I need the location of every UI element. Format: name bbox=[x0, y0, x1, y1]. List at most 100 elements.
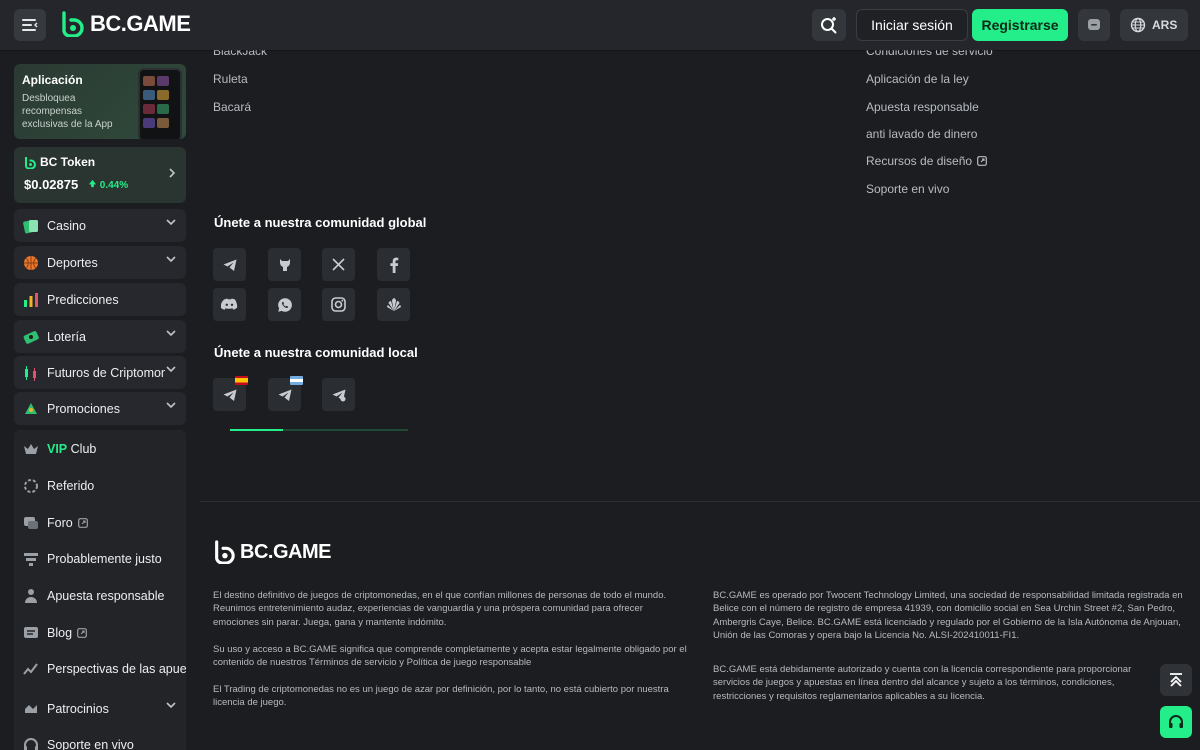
footer-brand-logo: BC.GAME bbox=[213, 540, 331, 564]
language-currency-button[interactable]: ARS bbox=[1120, 9, 1188, 41]
spain-flag-icon bbox=[235, 376, 248, 385]
headset-icon bbox=[22, 736, 40, 750]
brand-name: BC.GAME bbox=[90, 11, 191, 36]
referral-icon bbox=[22, 477, 40, 495]
chevron-down-icon bbox=[166, 256, 176, 263]
search-button[interactable] bbox=[812, 9, 846, 41]
telegram-argentina-icon bbox=[278, 389, 291, 401]
footer-link-ruleta[interactable]: Ruleta bbox=[213, 72, 248, 86]
currency-label: ARS bbox=[1152, 18, 1178, 32]
footer-link-law-enforcement[interactable]: Aplicación de la ley bbox=[866, 72, 969, 86]
sidebar-item-label: Futuros de Criptomonedas bbox=[47, 365, 165, 380]
menu-toggle-button[interactable] bbox=[14, 9, 46, 41]
chevron-down-icon bbox=[166, 702, 176, 709]
instagram-link[interactable] bbox=[322, 288, 355, 321]
brand-logo[interactable]: BC.GAME bbox=[60, 11, 191, 37]
chat-icon bbox=[1088, 19, 1100, 30]
insights-icon bbox=[22, 660, 40, 678]
telegram-argentina-link[interactable] bbox=[268, 376, 303, 411]
sidebar-item-label: Patrocinios bbox=[47, 701, 109, 716]
huawei-link[interactable] bbox=[377, 288, 410, 321]
sidebar-item-label: Promociones bbox=[47, 401, 120, 416]
bc-logo-icon bbox=[215, 540, 235, 564]
sidebar-item-soporte[interactable]: Soporte en vivo bbox=[14, 728, 186, 750]
crown-icon bbox=[22, 440, 40, 458]
global-community-title: Únete a nuestra comunidad global bbox=[214, 215, 427, 230]
token-name: BC Token bbox=[40, 155, 96, 169]
footer-divider bbox=[200, 501, 1200, 502]
sidebar-item-futuros[interactable]: Futuros de Criptomonedas bbox=[14, 356, 186, 389]
telegram-link[interactable] bbox=[213, 248, 246, 281]
footer-link-responsible-gambling[interactable]: Apuesta responsable bbox=[866, 100, 979, 114]
facebook-icon bbox=[389, 257, 398, 273]
sidebar-item-label: Referido bbox=[47, 478, 95, 493]
sports-icon bbox=[22, 254, 40, 272]
sidebar-item-predicciones[interactable]: Predicciones bbox=[14, 283, 186, 316]
sidebar-item-label: Predicciones bbox=[47, 292, 119, 307]
live-support-button[interactable] bbox=[1160, 706, 1192, 738]
sidebar-item-vip-club[interactable]: VIP Club bbox=[14, 432, 186, 465]
sponsorship-icon bbox=[22, 700, 40, 718]
sidebar-item-blog[interactable]: Blog bbox=[14, 616, 186, 649]
local-community-title: Únete a nuestra comunidad local bbox=[214, 345, 418, 360]
sidebar-item-promociones[interactable]: Promociones bbox=[14, 392, 186, 425]
chevron-down-icon bbox=[166, 330, 176, 337]
footer-operator-text: BC.GAME es operado por Twocent Technolog… bbox=[713, 590, 1183, 641]
x-link[interactable] bbox=[322, 248, 355, 281]
chat-button[interactable] bbox=[1078, 9, 1110, 41]
footer-license-text: BC.GAME está debidamente autorizado y cu… bbox=[713, 664, 1132, 702]
top-header: BC.GAME Iniciar sesión Registrarse ARS bbox=[0, 0, 1200, 50]
token-change-value: 0.44% bbox=[99, 180, 129, 191]
sidebar-item-label: Casino bbox=[47, 218, 86, 233]
sidebar-item-apuesta-responsable[interactable]: Apuesta responsable bbox=[14, 579, 186, 612]
sidebar-item-probablemente-justo[interactable]: Probablemente justo bbox=[14, 542, 186, 575]
external-link-icon bbox=[77, 627, 87, 638]
predictions-icon bbox=[22, 291, 40, 309]
sidebar-item-label: Deportes bbox=[47, 255, 98, 270]
sidebar-item-label: Lotería bbox=[47, 329, 86, 344]
promotions-icon bbox=[22, 400, 40, 418]
sidebar-item-patrocinios[interactable]: Patrocinios bbox=[14, 692, 186, 725]
github-link[interactable] bbox=[268, 248, 301, 281]
whatsapp-link[interactable] bbox=[268, 288, 301, 321]
discord-link[interactable] bbox=[213, 288, 246, 321]
facebook-link[interactable] bbox=[377, 248, 410, 281]
carousel-progress-bar bbox=[230, 429, 408, 431]
sidebar-item-label: Soporte en vivo bbox=[47, 737, 134, 750]
sidebar-item-label: Perspectivas de las apuestas bbox=[47, 661, 186, 676]
huawei-icon bbox=[386, 297, 401, 311]
sidebar-item-perspectivas[interactable]: Perspectivas de las apuestas bbox=[14, 652, 186, 685]
menu-icon bbox=[22, 19, 38, 31]
login-button[interactable]: Iniciar sesión bbox=[856, 9, 968, 41]
chevron-down-icon bbox=[166, 402, 176, 409]
bc-token-card[interactable]: BC Token $0.02875 0.44% bbox=[14, 147, 186, 203]
sidebar-item-loteria[interactable]: Lotería bbox=[14, 320, 186, 353]
telegram-spain-link[interactable] bbox=[213, 376, 248, 411]
forum-icon bbox=[22, 514, 40, 532]
external-link-icon bbox=[977, 156, 987, 166]
back-to-top-button[interactable] bbox=[1160, 664, 1192, 696]
footer-link-bacara[interactable]: Bacará bbox=[213, 100, 251, 114]
sidebar-item-referido[interactable]: Referido bbox=[14, 469, 186, 502]
footer-about-text: El destino definitivo de juegos de cript… bbox=[213, 590, 667, 628]
whatsapp-icon bbox=[277, 297, 292, 312]
globe-icon bbox=[1130, 17, 1146, 33]
bc-token-icon bbox=[25, 157, 36, 169]
argentina-flag-icon bbox=[290, 376, 303, 385]
sidebar-item-deportes[interactable]: Deportes bbox=[14, 246, 186, 279]
footer-link-aml[interactable]: anti lavado de dinero bbox=[866, 127, 977, 141]
app-promo-card[interactable]: Aplicación Desbloquea recompensas exclus… bbox=[14, 64, 186, 139]
app-card-title: Aplicación bbox=[22, 73, 83, 87]
sidebar-item-foro[interactable]: Foro bbox=[14, 506, 186, 539]
design-resources-label: Recursos de diseño bbox=[866, 154, 973, 168]
sidebar-item-label: Probablemente justo bbox=[47, 551, 162, 566]
register-button[interactable]: Registrarse bbox=[972, 9, 1068, 41]
x-icon bbox=[332, 258, 345, 271]
trend-up-icon bbox=[88, 179, 97, 188]
telegram-alt-link[interactable] bbox=[322, 378, 355, 411]
footer-link-design-resources[interactable]: Recursos de diseño bbox=[866, 154, 987, 168]
token-price: $0.02875 bbox=[24, 177, 79, 192]
sidebar-item-casino[interactable]: Casino bbox=[14, 209, 186, 242]
footer-link-live-support[interactable]: Soporte en vivo bbox=[866, 182, 949, 196]
club-label: Club bbox=[70, 441, 97, 456]
